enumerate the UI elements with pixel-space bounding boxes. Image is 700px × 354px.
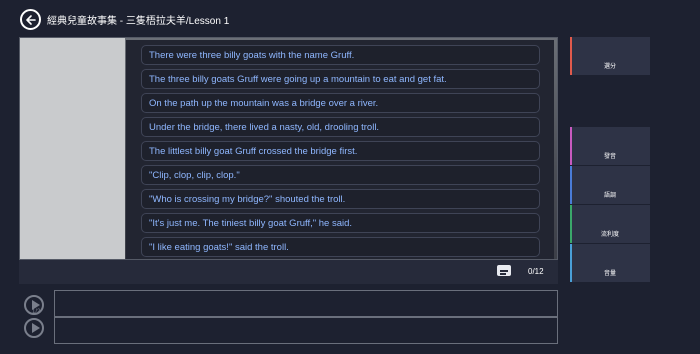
tab-overall-score[interactable]: 選分	[570, 37, 650, 75]
tab-pronunciation[interactable]: 發音	[570, 127, 650, 165]
back-button[interactable]	[20, 9, 41, 30]
sentence-item[interactable]: "Who is crossing my bridge?" shouted the…	[141, 189, 540, 209]
play-icon	[32, 323, 40, 333]
video-area[interactable]: There were three billy goats with the na…	[19, 37, 558, 260]
tab-color-bar	[570, 205, 572, 243]
sentence-item[interactable]: The three billy goats Gruff were going u…	[141, 69, 540, 89]
arrow-left-icon	[25, 14, 36, 25]
original-sentence-box	[54, 290, 558, 317]
player-control-bar: 0/12	[19, 260, 558, 284]
tab-color-bar	[570, 37, 572, 75]
recognized-text-box	[54, 317, 558, 344]
speed-label: 1/2	[32, 309, 41, 315]
video-background	[20, 38, 125, 259]
sentence-item[interactable]: Under the bridge, there lived a nasty, o…	[141, 117, 540, 137]
tab-color-bar	[570, 244, 572, 282]
page-title: 經典兒童故事集 - 三隻梧拉夫羊/Lesson 1	[47, 16, 230, 27]
subtitle-icon[interactable]	[497, 265, 511, 276]
sentence-item[interactable]: The littlest billy goat Gruff crossed th…	[141, 141, 540, 161]
sentence-item[interactable]: "Clip, clop, clip, clop."	[141, 165, 540, 185]
tab-color-bar	[570, 127, 572, 165]
tab-fluency[interactable]: 流利度	[570, 205, 650, 243]
play-button[interactable]	[24, 318, 44, 338]
tab-volume[interactable]: 音量	[570, 244, 650, 282]
sentence-item[interactable]: There were three billy goats with the na…	[141, 45, 540, 65]
sentence-list: There were three billy goats with the na…	[126, 40, 554, 259]
sentence-item[interactable]: "It's just me. The tiniest billy goat Gr…	[141, 213, 540, 233]
title-bar: 經典兒童故事集 - 三隻梧拉夫羊/Lesson 1	[0, 0, 700, 37]
tab-color-bar	[570, 166, 572, 204]
tab-intonation[interactable]: 語調	[570, 166, 650, 204]
progress-counter: 0/12	[528, 267, 544, 276]
sentence-item[interactable]: On the path up the mountain was a bridge…	[141, 93, 540, 113]
sentence-item[interactable]: "I like eating goats!" said the troll.	[141, 237, 540, 257]
